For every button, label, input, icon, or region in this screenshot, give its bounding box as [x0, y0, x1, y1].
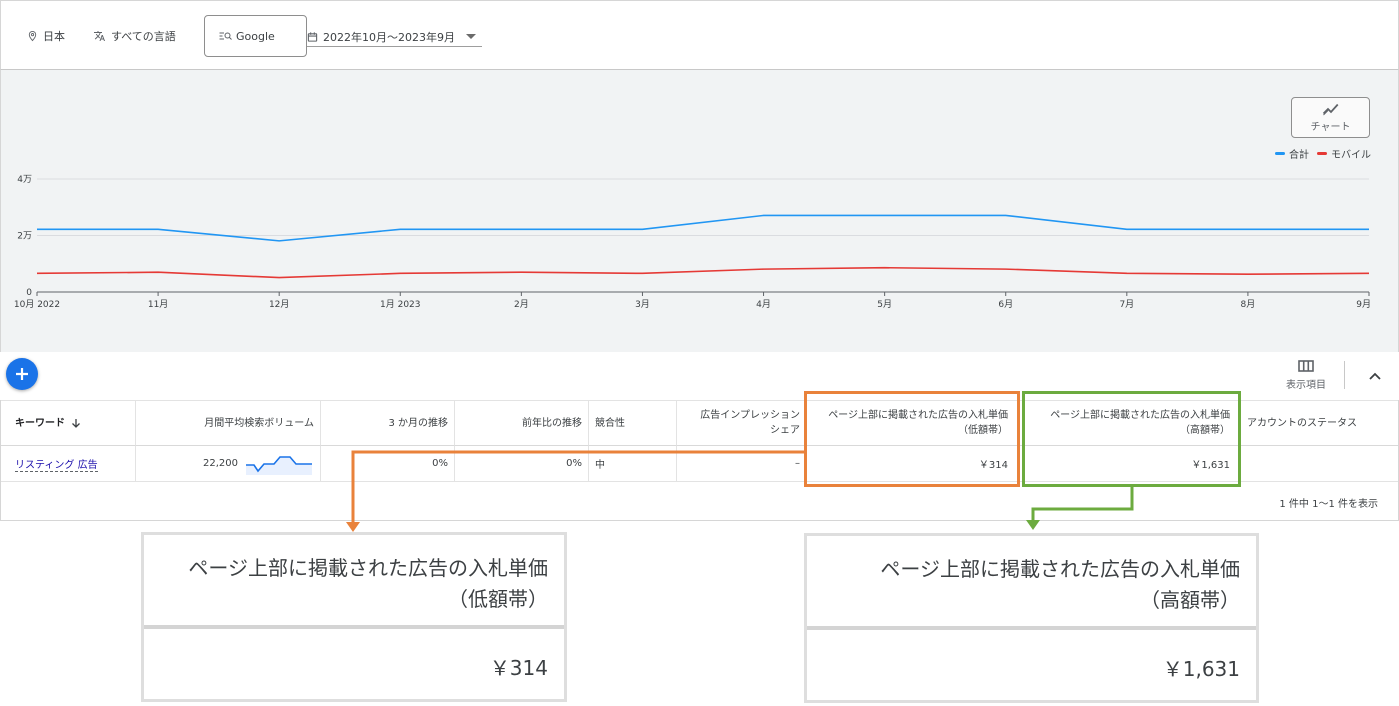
table-row-account-status-cell	[1241, 446, 1398, 482]
y-tick-label: 4万	[17, 175, 32, 185]
highlight-bid-high	[1022, 391, 1241, 487]
table-row-yoy-cell: 0%	[455, 446, 589, 482]
date-range-select[interactable]: 2022年10月～2023年9月	[307, 28, 482, 47]
chart-legend: 合計 モバイル	[1275, 146, 1379, 161]
legend-label-total: 合計	[1289, 150, 1309, 161]
chevron-down-icon	[466, 34, 476, 39]
location-filter[interactable]: 日本	[27, 28, 65, 44]
x-tick-label: 12月	[269, 299, 289, 310]
toolbar-divider	[1344, 361, 1345, 389]
search-network-icon	[219, 32, 232, 40]
orange-arrowhead	[346, 522, 360, 532]
green-arrowhead	[1026, 520, 1040, 530]
x-tick-label: 2月	[514, 299, 529, 310]
x-tick-label: 5月	[877, 299, 892, 310]
zoom-header-bid-low-line1: ページ上部に掲載された広告の入札単価	[188, 556, 548, 580]
chart-toggle-button[interactable]: チャート	[1291, 97, 1370, 138]
table-row-competition-cell: 中	[589, 446, 677, 482]
column-header-volume[interactable]: 月間平均検索ボリューム	[136, 400, 321, 446]
x-tick-label: 10月 2022	[14, 299, 60, 310]
calendar-icon	[307, 32, 318, 42]
table-row-volume-cell: 22,200	[136, 446, 321, 482]
sort-arrow-down-icon[interactable]	[71, 418, 81, 428]
legend-swatch-mobile	[1317, 152, 1327, 155]
x-tick-label: 9月	[1356, 299, 1371, 310]
column-header-impression-share[interactable]: 広告インプレッション シェア	[677, 400, 807, 446]
competition-value: 中	[595, 460, 605, 471]
columns-label: 表示項目	[1286, 380, 1326, 391]
zoom-header-bid-low-line2: （低額帯）	[448, 587, 548, 611]
volume-sparkline[interactable]	[244, 453, 314, 475]
chart-toggle-label: チャート	[1310, 122, 1351, 133]
series-line-mobile	[36, 266, 1370, 279]
table-row-keyword-cell: リスティング 広告	[1, 446, 136, 482]
filter-bar: 日本 すべての言語 Google 2022年10月～2023年9月	[0, 0, 1399, 70]
y-tick-label: 0	[26, 288, 32, 298]
zoom-header-bid-high: ページ上部に掲載された広告の入札単価 （高額帯）	[807, 536, 1256, 630]
date-range-label: 2022年10月～2023年9月	[323, 31, 455, 44]
zoom-panel-bid-high: ページ上部に掲載された広告の入札単価 （高額帯） ￥1,631	[804, 533, 1259, 703]
table-row-impression-share-cell: –	[677, 446, 807, 482]
table-row-three-month-cell: 0%	[321, 446, 455, 482]
legend-item-total[interactable]: 合計	[1275, 146, 1309, 161]
yoy-value: 0%	[566, 458, 582, 469]
language-filter[interactable]: すべての言語	[93, 28, 176, 44]
chevron-up-icon	[1369, 372, 1381, 380]
zoom-value-bid-high: ￥1,631	[1162, 657, 1240, 681]
chart-panel: 0 2万 4万 10月 2022 11月 12月 1月 2023 2月 3月 4月 5月 6月 7月 8月…	[0, 70, 1399, 352]
column-header-account-status-label: アカウントのステータス	[1247, 417, 1357, 429]
translate-icon	[94, 31, 105, 41]
x-tick-label: 3月	[635, 299, 650, 310]
column-header-competition[interactable]: 競合性	[589, 400, 677, 446]
column-header-yoy-label: 前年比の推移	[522, 417, 582, 429]
location-pin-icon	[28, 30, 37, 42]
series-line-total	[37, 214, 1369, 242]
x-tick-label: 6月	[998, 299, 1013, 310]
column-header-competition-label: 競合性	[595, 417, 625, 429]
three-month-value: 0%	[432, 458, 448, 469]
add-keyword-button[interactable]	[6, 358, 38, 390]
collapse-button[interactable]	[1364, 366, 1386, 386]
legend-swatch-total	[1275, 152, 1285, 155]
column-header-yoy[interactable]: 前年比の推移	[455, 400, 589, 446]
zoom-header-bid-high-line2: （高額帯）	[1140, 588, 1240, 612]
trend-line-icon	[1322, 103, 1338, 116]
x-tick-label: 1月 2023	[380, 299, 421, 310]
zoom-value-bid-low: ￥314	[489, 656, 548, 680]
x-tick-label: 8月	[1241, 299, 1256, 310]
keyword-link[interactable]: リスティング 広告	[15, 456, 98, 472]
column-header-keyword-label: キーワード	[15, 417, 65, 429]
column-header-account-status[interactable]: アカウントのステータス	[1241, 400, 1398, 446]
columns-icon	[1298, 360, 1314, 372]
column-header-keyword[interactable]: キーワード	[1, 400, 136, 446]
column-header-impression-share-line1: 広告インプレッション	[700, 410, 800, 421]
x-tick-label: 4月	[756, 299, 771, 310]
pagination-text: 1 件中 1～1 件を表示	[1279, 499, 1378, 510]
impression-share-value: –	[795, 458, 800, 469]
column-header-three-month[interactable]: 3 か月の推移	[321, 400, 455, 446]
legend-label-mobile: モバイル	[1331, 150, 1371, 161]
zoom-header-bid-high-line1: ページ上部に掲載された広告の入札単価	[880, 557, 1240, 581]
line-chart: 0 2万 4万 10月 2022 11月 12月 1月 2023 2月 3月 4月 5月 6月 7月 8月…	[14, 175, 1371, 310]
column-header-impression-share-line2: シェア	[770, 425, 800, 436]
columns-button[interactable]: 表示項目	[1281, 360, 1331, 394]
language-label: すべての言語	[111, 30, 176, 43]
highlight-bid-low	[804, 391, 1020, 487]
location-label: 日本	[43, 30, 65, 43]
legend-item-mobile[interactable]: モバイル	[1317, 146, 1371, 161]
x-tick-label: 11月	[148, 299, 168, 310]
column-header-volume-label: 月間平均検索ボリューム	[204, 417, 314, 429]
search-engine-filter[interactable]: Google	[204, 15, 307, 57]
search-engine-label: Google	[236, 29, 275, 43]
column-header-three-month-label: 3 か月の推移	[388, 417, 448, 429]
zoom-panel-bid-low: ページ上部に掲載された広告の入札単価 （低額帯） ￥314	[141, 532, 567, 702]
plus-icon	[16, 368, 28, 380]
volume-value: 22,200	[203, 458, 238, 469]
zoom-header-bid-low: ページ上部に掲載された広告の入札単価 （低額帯）	[144, 535, 564, 629]
x-tick-label: 7月	[1119, 299, 1134, 310]
y-tick-label: 2万	[17, 232, 32, 242]
